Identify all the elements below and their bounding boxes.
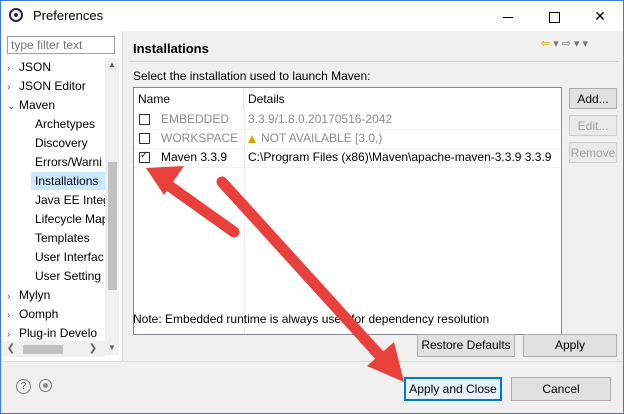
tree-item-json-editor[interactable]: › JSON Editor (7, 77, 86, 95)
column-header-name[interactable]: Name (134, 88, 244, 110)
tree-item-templates[interactable]: Templates (35, 229, 90, 247)
tree-item-installations[interactable]: Installations (31, 172, 105, 190)
installation-name: WORKSPACE (161, 131, 239, 145)
preference-tree: › JSON › JSON Editor ⌄ Maven Archetypes Dis… (1, 58, 105, 352)
view-menu-icon[interactable]: ▾ (583, 38, 592, 50)
scrollbar-thumb[interactable] (108, 162, 117, 290)
window-title: Preferences (33, 8, 104, 23)
tree-item-user-settings[interactable]: User Setting (35, 267, 101, 285)
title-divider (129, 61, 619, 62)
expand-chevron-icon[interactable]: › (7, 79, 19, 97)
scroll-up-icon[interactable]: ▲ (105, 58, 119, 72)
installation-name: EMBEDDED (161, 112, 230, 126)
footer-divider (1, 361, 623, 362)
cancel-button[interactable]: Cancel (511, 377, 611, 401)
tree-item-lifecycle-mappings[interactable]: Lifecycle Map (35, 210, 105, 228)
warning-icon (248, 135, 256, 143)
tree-item-discovery[interactable]: Discovery (35, 134, 88, 152)
tree-item-maven[interactable]: ⌄ Maven (7, 96, 55, 114)
embedded-runtime-note: Note: Embedded runtime is always used fo… (133, 312, 490, 326)
instruction-text: Select the installation used to launch M… (133, 69, 371, 83)
installation-details: 3.3.9/1.8.0.20170516-2042 (248, 112, 393, 126)
table-row-maven-339[interactable]: Maven 3.3.9 C:\Program Files (x86)\Maven… (134, 148, 561, 168)
expand-chevron-icon[interactable]: › (7, 60, 19, 78)
close-icon: ✕ (594, 8, 606, 24)
apply-button[interactable]: Apply (523, 334, 617, 357)
scroll-left-icon[interactable]: ❮ (3, 341, 19, 357)
close-button[interactable]: ✕ (577, 1, 623, 31)
table-row-embedded[interactable]: EMBEDDED 3.3.9/1.8.0.20170516-2042 (134, 110, 561, 130)
scrollbar-thumb[interactable] (23, 345, 63, 354)
tree-item-json[interactable]: › JSON (7, 58, 51, 76)
preferences-window: Preferences ✕ ›JSON ›JSON Editor ⌄Maven … (0, 0, 624, 414)
expand-chevron-icon[interactable]: › (7, 307, 19, 325)
installation-name: Maven 3.3.9 (161, 150, 228, 164)
row-checkbox-checked[interactable] (139, 148, 150, 164)
tree-item-errors-warnings[interactable]: Errors/Warni (35, 153, 102, 171)
tree-horizontal-scrollbar[interactable]: ❮ ❯ (1, 341, 105, 357)
expand-chevron-icon[interactable]: › (7, 288, 19, 306)
tree-vertical-scrollbar[interactable]: ▲ ▼ (105, 58, 119, 355)
add-button[interactable]: Add... (569, 88, 617, 109)
row-checkbox[interactable] (139, 133, 150, 144)
maximize-icon (548, 11, 560, 23)
back-menu-chevron-icon[interactable]: ▾ (553, 38, 562, 50)
help-icon[interactable]: ? (16, 379, 31, 394)
maximize-button[interactable] (531, 1, 577, 31)
forward-menu-chevron-icon[interactable]: ▾ (574, 38, 583, 50)
forward-icon[interactable]: ⇨ (562, 38, 574, 50)
import-export-icon[interactable] (39, 379, 52, 392)
tree-item-plugin-development[interactable]: › Plug-in Develo (7, 324, 97, 342)
preferences-sidebar: ›JSON ›JSON Editor ⌄Maven Archetypes Dis… (1, 31, 123, 361)
installation-details: C:\Program Files (x86)\Maven\apache-mave… (248, 150, 552, 164)
collapse-chevron-icon[interactable]: ⌄ (7, 98, 19, 116)
scroll-right-icon[interactable]: ❯ (85, 341, 101, 357)
minimize-icon (503, 16, 513, 18)
column-header-details[interactable]: Details (244, 88, 561, 110)
installation-details: NOT AVAILABLE [3.0,) (261, 131, 383, 145)
title-bar: Preferences ✕ (1, 1, 623, 31)
filter-input[interactable] (7, 36, 115, 54)
table-row-workspace[interactable]: WORKSPACE NOT AVAILABLE [3.0,) (134, 129, 561, 149)
apply-and-close-button[interactable]: Apply and Close (404, 377, 502, 401)
tree-item-mylyn[interactable]: › Mylyn (7, 286, 50, 304)
installations-table: Name Details EMBEDDED 3.3.9/1.8.0.201705… (133, 87, 562, 335)
tree-item-archetypes[interactable]: Archetypes (35, 115, 95, 133)
edit-button[interactable]: Edit... (569, 115, 617, 136)
remove-button[interactable]: Remove (569, 142, 617, 163)
page-navigation: ⇦▾⇨▾▾ (541, 37, 591, 50)
scroll-down-icon[interactable]: ▼ (105, 341, 119, 355)
tree-item-user-interface[interactable]: User Interfac (35, 248, 104, 266)
tree-item-oomph[interactable]: › Oomph (7, 305, 58, 323)
minimize-button[interactable] (485, 1, 531, 31)
back-icon[interactable]: ⇦ (541, 38, 553, 50)
installations-page: Installations ⇦▾⇨▾▾ Select the installat… (123, 31, 623, 361)
row-checkbox[interactable] (139, 114, 150, 125)
tree-item-java-ee-integration[interactable]: Java EE Integ (35, 191, 105, 209)
page-title: Installations (133, 41, 209, 56)
eclipse-app-icon (9, 8, 23, 22)
restore-defaults-button[interactable]: Restore Defaults (417, 334, 515, 357)
installation-details-container: NOT AVAILABLE [3.0,) (248, 129, 382, 148)
